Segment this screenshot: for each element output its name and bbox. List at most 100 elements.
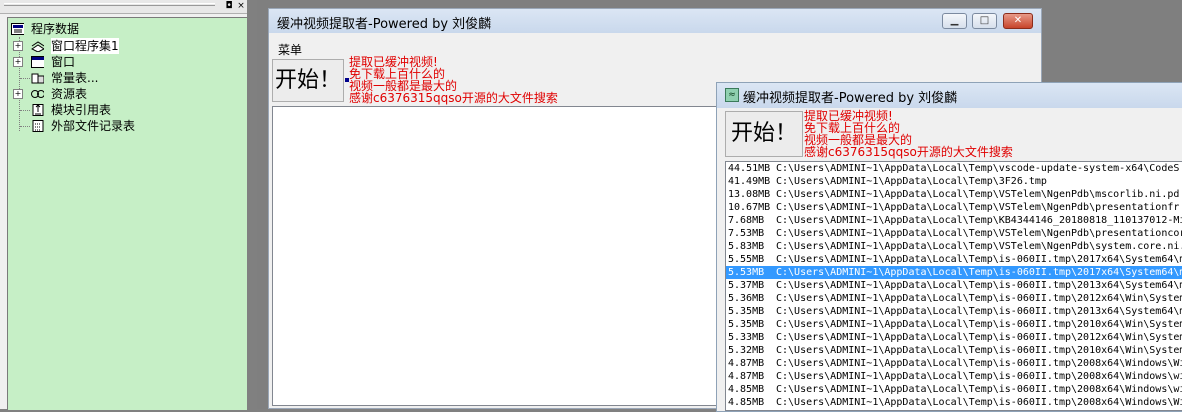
list-item[interactable]: 41.49MB C:\Users\ADMINI~1\AppData\Local\T… xyxy=(726,175,1182,188)
module-icon xyxy=(31,41,44,52)
file-size: 4.87MB xyxy=(728,358,765,369)
file-path: C:\Users\ADMINI~1\AppData\Local\Temp\VST… xyxy=(776,228,1182,239)
file-path: C:\Users\ADMINI~1\AppData\Local\Temp\VST… xyxy=(776,189,1180,200)
list-item[interactable]: 7.68MB C:\Users\ADMINI~1\AppData\Local\Te… xyxy=(726,214,1182,227)
file-path: C:\Users\ADMINI~1\AppData\Local\Temp\is-… xyxy=(776,306,1182,317)
file-path: C:\Users\ADMINI~1\AppData\Local\Temp\is-… xyxy=(776,254,1182,265)
file-size: 4.85MB xyxy=(728,397,765,408)
panel-grip[interactable] xyxy=(4,3,215,6)
window-titlebar[interactable]: ≈ 缓冲视频提取者-Powered by 刘俊麟 xyxy=(717,83,1182,108)
file-path: C:\Users\ADMINI~1\AppData\Local\Temp\is-… xyxy=(776,358,1182,369)
window-titlebar[interactable]: 缓冲视频提取者-Powered by 刘俊麟 ▁ □ ✕ xyxy=(269,9,1041,33)
file-size: 5.55MB xyxy=(728,254,765,265)
file-size: 5.32MB xyxy=(728,345,765,356)
file-size: 10.67MB xyxy=(728,202,771,213)
expand-icon[interactable]: + xyxy=(13,41,23,51)
file-path: C:\Users\ADMINI~1\AppData\Local\Temp\is-… xyxy=(776,267,1182,278)
constant-icon xyxy=(31,73,44,84)
tree-connector xyxy=(20,126,30,127)
file-path: C:\Users\ADMINI~1\AppData\Local\Temp\is-… xyxy=(776,332,1182,343)
resource-icon xyxy=(31,90,44,98)
file-size: 4.87MB xyxy=(728,371,765,382)
tree-item-window-module[interactable]: + 窗口程序集1 xyxy=(13,38,233,54)
file-size: 5.36MB xyxy=(728,293,765,304)
list-item[interactable]: 5.35MB C:\Users\ADMINI~1\AppData\Local\Te… xyxy=(726,305,1182,318)
minimize-button[interactable]: ▁ xyxy=(942,13,967,29)
tree-root[interactable]: 程序数据 xyxy=(11,21,211,37)
info-label: 提取已缓冲视频! 免下载上百什么的 视频一般都是最大的 感谢c6376315qq… xyxy=(804,110,1013,158)
file-path: C:\Users\ADMINI~1\AppData\Local\Temp\VST… xyxy=(776,241,1182,252)
list-item[interactable]: 5.55MB C:\Users\ADMINI~1\AppData\Local\Te… xyxy=(726,253,1182,266)
tree-item-label: 资源表 xyxy=(51,87,88,101)
list-item[interactable]: 5.53MB C:\Users\ADMINI~1\AppData\Local\Te… xyxy=(726,266,1182,279)
tree-item-external-files[interactable]: 外部文件记录表 xyxy=(13,118,233,134)
window-title: 缓冲视频提取者-Powered by 刘俊麟 xyxy=(743,91,958,106)
list-item[interactable]: 44.51MB C:\Users\ADMINI~1\AppData\Local\T… xyxy=(726,162,1182,175)
list-item[interactable]: 5.32MB C:\Users\ADMINI~1\AppData\Local\Te… xyxy=(726,344,1182,357)
maximize-button[interactable]: □ xyxy=(972,13,997,29)
list-item[interactable]: 4.85MB C:\Users\ADMINI~1\AppData\Local\Te… xyxy=(726,383,1182,396)
expand-icon[interactable]: + xyxy=(13,57,23,67)
panel-toolbar: ◘ × xyxy=(0,0,247,14)
list-item[interactable]: 5.37MB C:\Users\ADMINI~1\AppData\Local\Te… xyxy=(726,279,1182,292)
app-icon: ≈ xyxy=(725,88,739,102)
file-size: 5.37MB xyxy=(728,280,765,291)
info-line: 感谢c6376315qqso开源的大文件搜索 xyxy=(804,145,1013,159)
tree-item-resources[interactable]: + 资源表 xyxy=(13,86,233,102)
file-path: C:\Users\ADMINI~1\AppData\Local\Temp\is-… xyxy=(776,293,1182,304)
list-item[interactable]: 7.53MB C:\Users\ADMINI~1\AppData\Local\Te… xyxy=(726,227,1182,240)
list-item[interactable]: 5.35MB C:\Users\ADMINI~1\AppData\Local\Te… xyxy=(726,318,1182,331)
file-size: 44.51MB xyxy=(728,163,771,174)
list-item[interactable]: 4.87MB C:\Users\ADMINI~1\AppData\Local\Te… xyxy=(726,370,1182,383)
file-size: 5.35MB xyxy=(728,319,765,330)
file-size: 5.83MB xyxy=(728,241,765,252)
tree-item-constants[interactable]: 常量表... xyxy=(13,70,233,86)
file-list-box[interactable]: 44.51MB C:\Users\ADMINI~1\AppData\Local\T… xyxy=(725,161,1182,411)
tree-connector xyxy=(20,110,30,111)
file-path: C:\Users\ADMINI~1\AppData\Local\Temp\3F2… xyxy=(776,176,1047,187)
start-button[interactable]: 开始！ xyxy=(272,59,344,102)
window-icon xyxy=(31,56,44,68)
tree-item-label: 窗口程序集1 xyxy=(51,38,119,54)
file-size: 4.85MB xyxy=(728,384,765,395)
start-button[interactable]: 开始！ xyxy=(725,111,803,157)
menu-item[interactable]: 菜单 xyxy=(278,41,302,58)
info-label[interactable]: 提取已缓冲视频! 免下载上百什么的 视频一般都是最大的 感谢c6376315qq… xyxy=(349,56,558,104)
list-item[interactable]: 5.83MB C:\Users\ADMINI~1\AppData\Local\Te… xyxy=(726,240,1182,253)
close-icon[interactable]: × xyxy=(236,1,246,11)
list-item[interactable]: 13.08MB C:\Users\ADMINI~1\AppData\Local\T… xyxy=(726,188,1182,201)
program-data-icon xyxy=(11,23,24,35)
list-item[interactable]: 4.87MB C:\Users\ADMINI~1\AppData\Local\Te… xyxy=(726,357,1182,370)
tree-item-label: 常量表... xyxy=(51,71,99,85)
file-path: C:\Users\ADMINI~1\AppData\Local\Temp\VST… xyxy=(776,202,1180,213)
file-size: 5.35MB xyxy=(728,306,765,317)
restore-icon[interactable]: ◘ xyxy=(224,1,234,11)
file-path: C:\Users\ADMINI~1\AppData\Local\Temp\is-… xyxy=(776,345,1182,356)
resize-handle[interactable] xyxy=(345,78,349,82)
app-window[interactable]: ≈ 缓冲视频提取者-Powered by 刘俊麟 开始！ 提取已缓冲视频! 免下… xyxy=(716,82,1182,412)
tree-item-module-ref[interactable]: 模块引用表 xyxy=(13,102,233,118)
file-icon xyxy=(32,120,44,132)
project-tree: 程序数据 + 窗口程序集1 + 窗口 常量表... + 资源表 模块引用表 外部… xyxy=(7,17,247,410)
expand-icon[interactable]: + xyxy=(13,89,23,99)
tree-item-label: 外部文件记录表 xyxy=(51,119,136,133)
list-item[interactable]: 5.33MB C:\Users\ADMINI~1\AppData\Local\Te… xyxy=(726,331,1182,344)
close-button[interactable]: ✕ xyxy=(1003,13,1033,29)
info-line: 感谢c6376315qqso开源的大文件搜索 xyxy=(349,91,558,105)
file-size: 41.49MB xyxy=(728,176,771,187)
tree-item-window[interactable]: + 窗口 xyxy=(13,54,233,70)
window-title: 缓冲视频提取者-Powered by 刘俊麟 xyxy=(277,17,492,32)
file-path: C:\Users\ADMINI~1\AppData\Local\Temp\is-… xyxy=(776,371,1182,382)
list-item[interactable]: 5.36MB C:\Users\ADMINI~1\AppData\Local\Te… xyxy=(726,292,1182,305)
tree-connector xyxy=(20,78,30,79)
file-size: 7.68MB xyxy=(728,215,765,226)
file-path: C:\Users\ADMINI~1\AppData\Local\Temp\is-… xyxy=(776,319,1182,330)
tree-root-label: 程序数据 xyxy=(31,22,80,36)
list-item[interactable]: 4.85MB C:\Users\ADMINI~1\AppData\Local\Te… xyxy=(726,396,1182,409)
file-size: 13.08MB xyxy=(728,189,771,200)
list-item[interactable]: 10.67MB C:\Users\ADMINI~1\AppData\Local\T… xyxy=(726,201,1182,214)
module-ref-icon xyxy=(32,104,44,116)
file-size: 5.33MB xyxy=(728,332,765,343)
file-path: C:\Users\ADMINI~1\AppData\Local\Temp\KB4… xyxy=(776,215,1182,226)
file-path: C:\Users\ADMINI~1\AppData\Local\Temp\vsc… xyxy=(776,163,1180,174)
